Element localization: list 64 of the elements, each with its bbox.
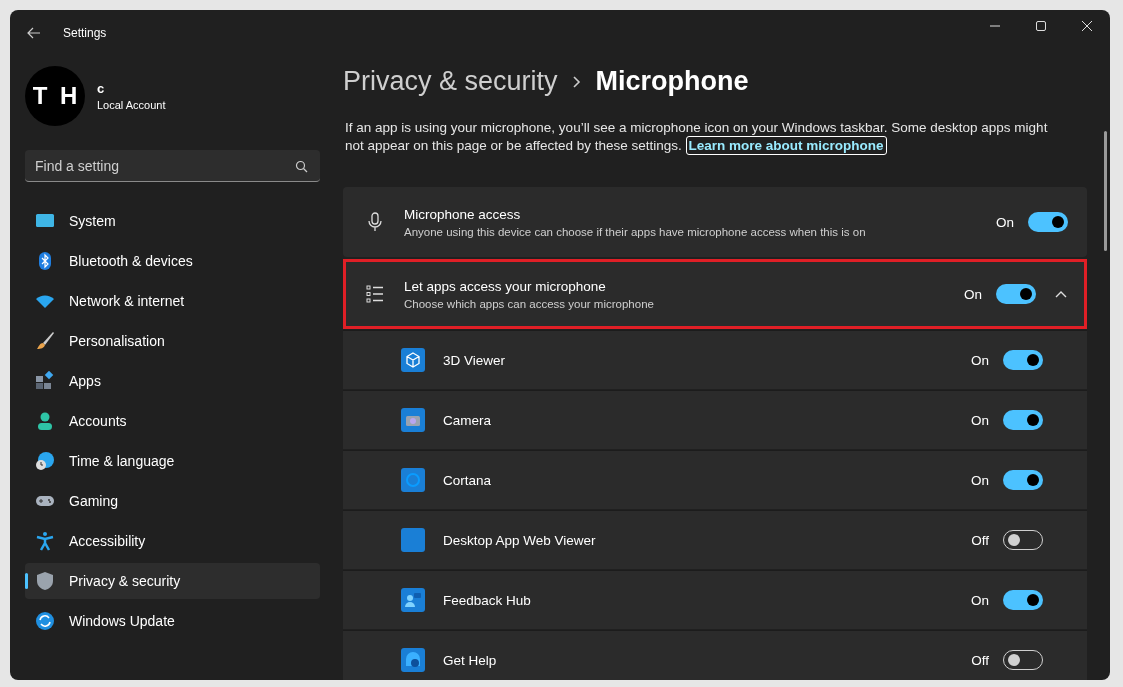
sidebar-item[interactable]: Privacy & security (25, 563, 320, 599)
sidebar-item[interactable]: Personalisation (25, 323, 320, 359)
page-title: Microphone (595, 66, 749, 97)
toggle-state-label: Off (971, 532, 989, 548)
avatar: T H (25, 66, 85, 126)
sidebar-item[interactable]: Accounts (25, 403, 320, 439)
sidebar-item[interactable]: Time & language (25, 443, 320, 479)
cube-icon (401, 348, 425, 372)
account-name: c (97, 81, 106, 96)
toggle-state-label: On (971, 472, 989, 488)
search-field[interactable]: Find a setting (25, 150, 320, 182)
toggle-state-label: On (996, 214, 1014, 230)
sync-icon (35, 611, 55, 631)
microphone-icon (366, 212, 384, 232)
feedback-person-icon (401, 588, 425, 612)
sidebar-item[interactable]: System (25, 203, 320, 239)
toggle-state-label: On (964, 286, 982, 302)
sidebar-item[interactable]: Windows Update (25, 603, 320, 639)
setting-title: Let apps access your microphone (404, 278, 607, 294)
toggle-switch[interactable] (1028, 212, 1068, 232)
camera-icon (401, 408, 425, 432)
back-arrow-icon[interactable] (27, 27, 41, 39)
chevron-up-icon[interactable] (1054, 289, 1068, 299)
intro-text: If an app is using your microphone, you’ll see a microphone icon on your Windows taskbar. Some desktop apps might not appear on this page or be affected by these settings. Learn more about microphone (345, 119, 1049, 155)
app-name: Feedback Hub (443, 592, 532, 608)
app-name: 3D Viewer (443, 352, 507, 368)
toggle-switch[interactable] (1003, 350, 1043, 370)
toggle-state-label: Off (971, 652, 989, 668)
scrollbar-thumb[interactable] (1104, 131, 1107, 251)
setting-title: Microphone access (404, 206, 522, 222)
apps-grid-icon (35, 371, 55, 391)
toggle-switch[interactable] (996, 284, 1036, 304)
chevron-right-icon (571, 74, 582, 89)
breadcrumb-parent[interactable]: Privacy & security (343, 66, 558, 97)
sidebar-item[interactable]: Apps (25, 363, 320, 399)
setting-description: Anyone using this device can choose if their apps have microphone access when this is on (404, 225, 867, 238)
person-icon (35, 411, 55, 431)
list-icon (366, 284, 384, 304)
toggle-state-label: On (971, 352, 989, 368)
app-tile-icon (401, 528, 425, 552)
close-icon[interactable] (1081, 20, 1093, 32)
sidebar-item[interactable]: Network & internet (25, 283, 320, 319)
sidebar-item[interactable]: Accessibility (25, 523, 320, 559)
toggle-switch[interactable] (1003, 410, 1043, 430)
app-name: Get Help (443, 652, 498, 668)
accessibility-icon (35, 531, 55, 551)
toggle-switch[interactable] (1003, 470, 1043, 490)
account-type: Local Account (97, 99, 166, 111)
toggle-switch[interactable] (1003, 590, 1043, 610)
window-title: Settings (63, 26, 107, 40)
globe-clock-icon (35, 451, 55, 471)
app-name: Cortana (443, 472, 493, 488)
maximize-icon[interactable] (1035, 20, 1047, 32)
app-name: Camera (443, 412, 492, 428)
toggle-state-label: On (971, 412, 989, 428)
sidebar-item[interactable]: Bluetooth & devices (25, 243, 320, 279)
setting-description: Choose which apps can access your microphone (404, 297, 655, 310)
app-name: Desktop App Web Viewer (443, 532, 597, 548)
paintbrush-icon (35, 331, 55, 351)
learn-more-link[interactable]: Learn more about microphone (685, 136, 887, 155)
shield-icon (35, 571, 55, 591)
search-icon (295, 160, 308, 173)
sidebar-item[interactable]: Gaming (25, 483, 320, 519)
toggle-state-label: On (971, 592, 989, 608)
